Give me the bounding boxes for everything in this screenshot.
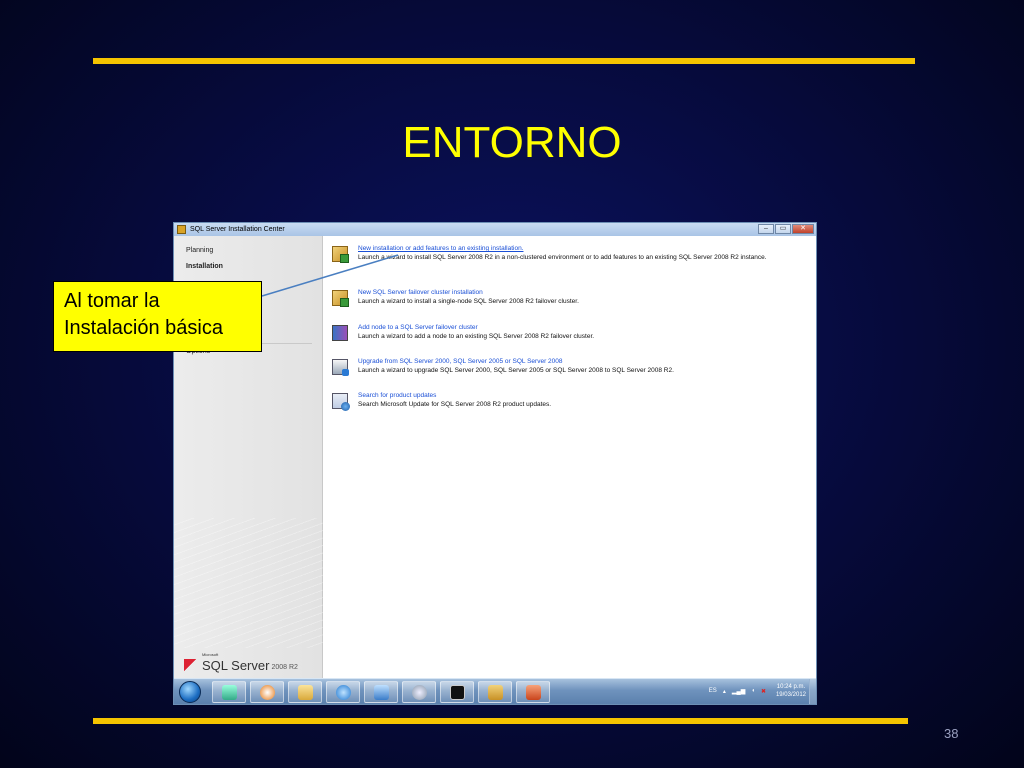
taskbar-sql-installer-button[interactable] <box>478 681 512 703</box>
cluster-node-icon <box>332 325 348 341</box>
item-description: Launch a wizard to add a node to an exis… <box>358 333 595 340</box>
clock-date: 19/03/2012 <box>775 692 806 698</box>
failover-cluster-install-link[interactable]: New SQL Server failover cluster installa… <box>358 288 802 297</box>
package-icon <box>332 246 349 263</box>
language-indicator[interactable]: ES <box>709 688 717 694</box>
list-item: Search for product updates Search Micros… <box>332 391 802 411</box>
slide-title: ENTORNO <box>402 118 622 167</box>
internet-explorer-icon <box>336 685 351 700</box>
bottom-accent-bar <box>93 718 908 724</box>
add-node-link[interactable]: Add node to a SQL Server failover cluste… <box>358 323 802 332</box>
window-title: SQL Server Installation Center <box>190 226 285 233</box>
powerpoint-icon <box>526 685 541 700</box>
network-icon <box>222 685 237 700</box>
taskbar-network-button[interactable] <box>212 681 246 703</box>
list-item: New SQL Server failover cluster installa… <box>332 288 802 307</box>
window-titlebar[interactable]: SQL Server Installation Center – ▭ ✕ <box>174 223 816 236</box>
settings-icon <box>412 685 427 700</box>
sidebar-item-planning[interactable]: Planning <box>186 247 213 254</box>
start-orb-icon[interactable] <box>179 681 201 703</box>
search-updates-link[interactable]: Search for product updates <box>358 391 802 400</box>
item-description: Search Microsoft Update for SQL Server 2… <box>358 401 552 408</box>
list-item: Add node to a SQL Server failover cluste… <box>332 323 802 341</box>
taskbar-cmd-button[interactable] <box>440 681 474 703</box>
tray-arrow-icon[interactable]: ▴ <box>723 688 726 695</box>
installation-options-panel: New installation or add features to an e… <box>324 236 816 678</box>
item-description: Launch a wizard to upgrade SQL Server 20… <box>358 367 674 374</box>
maximize-button[interactable]: ▭ <box>775 224 791 234</box>
show-desktop-button[interactable] <box>809 679 816 704</box>
new-installation-link[interactable]: New installation or add features to an e… <box>358 244 802 253</box>
taskbar-explorer-button[interactable] <box>288 681 322 703</box>
sql-server-logo-icon <box>184 659 200 673</box>
package-icon <box>332 290 349 307</box>
system-tray: ES ▴ ▂▄▆ ◖ ✖ 10:24 p.m. 19/03/2012 <box>709 683 806 699</box>
folder-icon <box>298 685 313 700</box>
sql-setup-icon <box>177 225 186 234</box>
action-center-icon[interactable]: ✖ <box>761 688 766 695</box>
logo-microsoft-text: Microsoft <box>202 652 219 657</box>
item-description: Launch a wizard to install SQL Server 20… <box>358 254 767 261</box>
clock[interactable]: 10:24 p.m. 19/03/2012 <box>776 683 806 699</box>
taskbar-control-panel-button[interactable] <box>364 681 398 703</box>
sidebar-item-installation[interactable]: Installation <box>186 263 223 270</box>
command-prompt-icon <box>450 685 465 700</box>
taskbar-ie-button[interactable] <box>326 681 360 703</box>
sql-server-logo: Microsoft SQL Server 2008 R2 <box>184 652 298 673</box>
taskbar-settings-button[interactable] <box>402 681 436 703</box>
sql-installer-icon <box>488 685 503 700</box>
media-player-icon <box>260 685 275 700</box>
top-accent-bar <box>93 58 915 64</box>
item-description: Launch a wizard to install a single-node… <box>358 298 579 305</box>
list-item: Upgrade from SQL Server 2000, SQL Server… <box>332 357 802 376</box>
callout-box: Al tomar la Instalación básica <box>53 281 262 352</box>
close-button[interactable]: ✕ <box>792 224 814 234</box>
slide-number: 38 <box>944 726 959 741</box>
search-updates-icon <box>332 393 350 411</box>
control-panel-icon <box>374 685 389 700</box>
decorative-swirl <box>174 518 323 648</box>
taskbar-media-player-button[interactable] <box>250 681 284 703</box>
volume-icon[interactable]: ◖ <box>751 688 755 694</box>
upgrade-link[interactable]: Upgrade from SQL Server 2000, SQL Server… <box>358 357 802 366</box>
minimize-button[interactable]: – <box>758 224 774 234</box>
sql-installation-center-window: SQL Server Installation Center – ▭ ✕ Pla… <box>173 222 817 705</box>
network-signal-icon[interactable]: ▂▄▆ <box>732 688 745 695</box>
clock-time: 10:24 p.m. <box>776 684 806 690</box>
taskbar-powerpoint-button[interactable] <box>516 681 550 703</box>
upgrade-icon <box>332 359 349 376</box>
logo-text: SQL Server <box>202 658 270 673</box>
taskbar: ES ▴ ▂▄▆ ◖ ✖ 10:24 p.m. 19/03/2012 <box>174 678 816 704</box>
logo-version: 2008 R2 <box>271 664 298 671</box>
list-item: New installation or add features to an e… <box>332 244 802 263</box>
